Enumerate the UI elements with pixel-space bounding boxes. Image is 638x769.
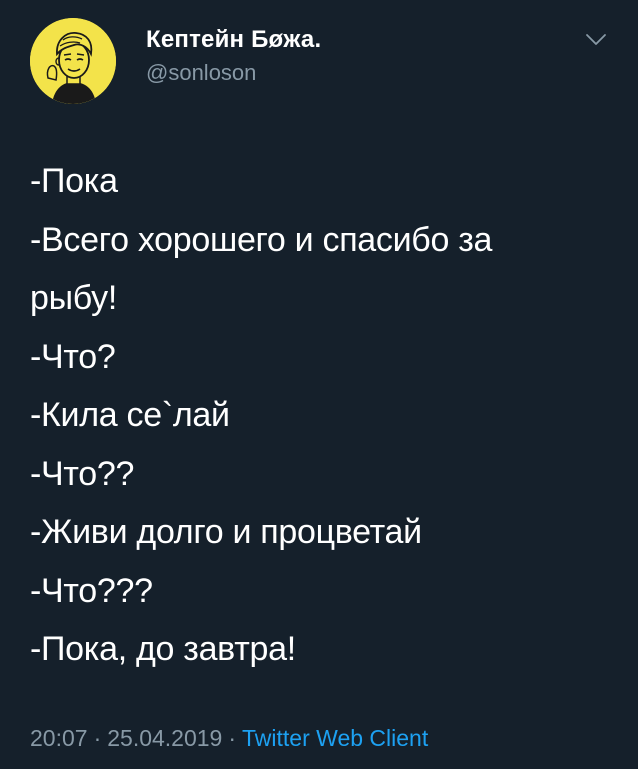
author-name[interactable]: Кептейн Бøжа. <box>146 26 321 54</box>
cartoon-avatar-icon <box>30 18 116 104</box>
avatar[interactable] <box>30 18 116 104</box>
tweet-line: рыбу! <box>30 279 118 317</box>
tweet-meta: 20:07 · 25.04.2019 · Twitter Web Client <box>30 725 428 752</box>
meta-separator: · <box>228 725 237 751</box>
chevron-down-icon <box>586 34 606 45</box>
tweet-line: -Что?? <box>30 454 135 493</box>
author-handle[interactable]: @sonloson <box>146 60 256 86</box>
more-menu-button[interactable] <box>585 32 607 48</box>
tweet-date[interactable]: 25.04.2019 <box>107 725 222 751</box>
tweet-line: -Кила се`лай <box>30 396 230 434</box>
meta-separator: · <box>93 725 102 751</box>
tweet-text: -Пока -Всего хорошего и спасибо за рыбу!… <box>30 152 610 679</box>
tweet: Кептейн Бøжа. @sonloson -Пока -Всего хор… <box>0 0 638 769</box>
tweet-line: -Пока <box>30 162 118 200</box>
tweet-line: -Всего хорошего и спасибо за <box>30 220 493 259</box>
tweet-time[interactable]: 20:07 <box>30 725 88 751</box>
tweet-line: -Живи долго и процветай <box>30 513 422 551</box>
tweet-line: -Что? <box>30 337 116 376</box>
tweet-line: -Что??? <box>30 571 153 610</box>
client-link[interactable]: Twitter Web Client <box>242 725 428 751</box>
tweet-line: -Пока, до завтра! <box>30 630 296 668</box>
